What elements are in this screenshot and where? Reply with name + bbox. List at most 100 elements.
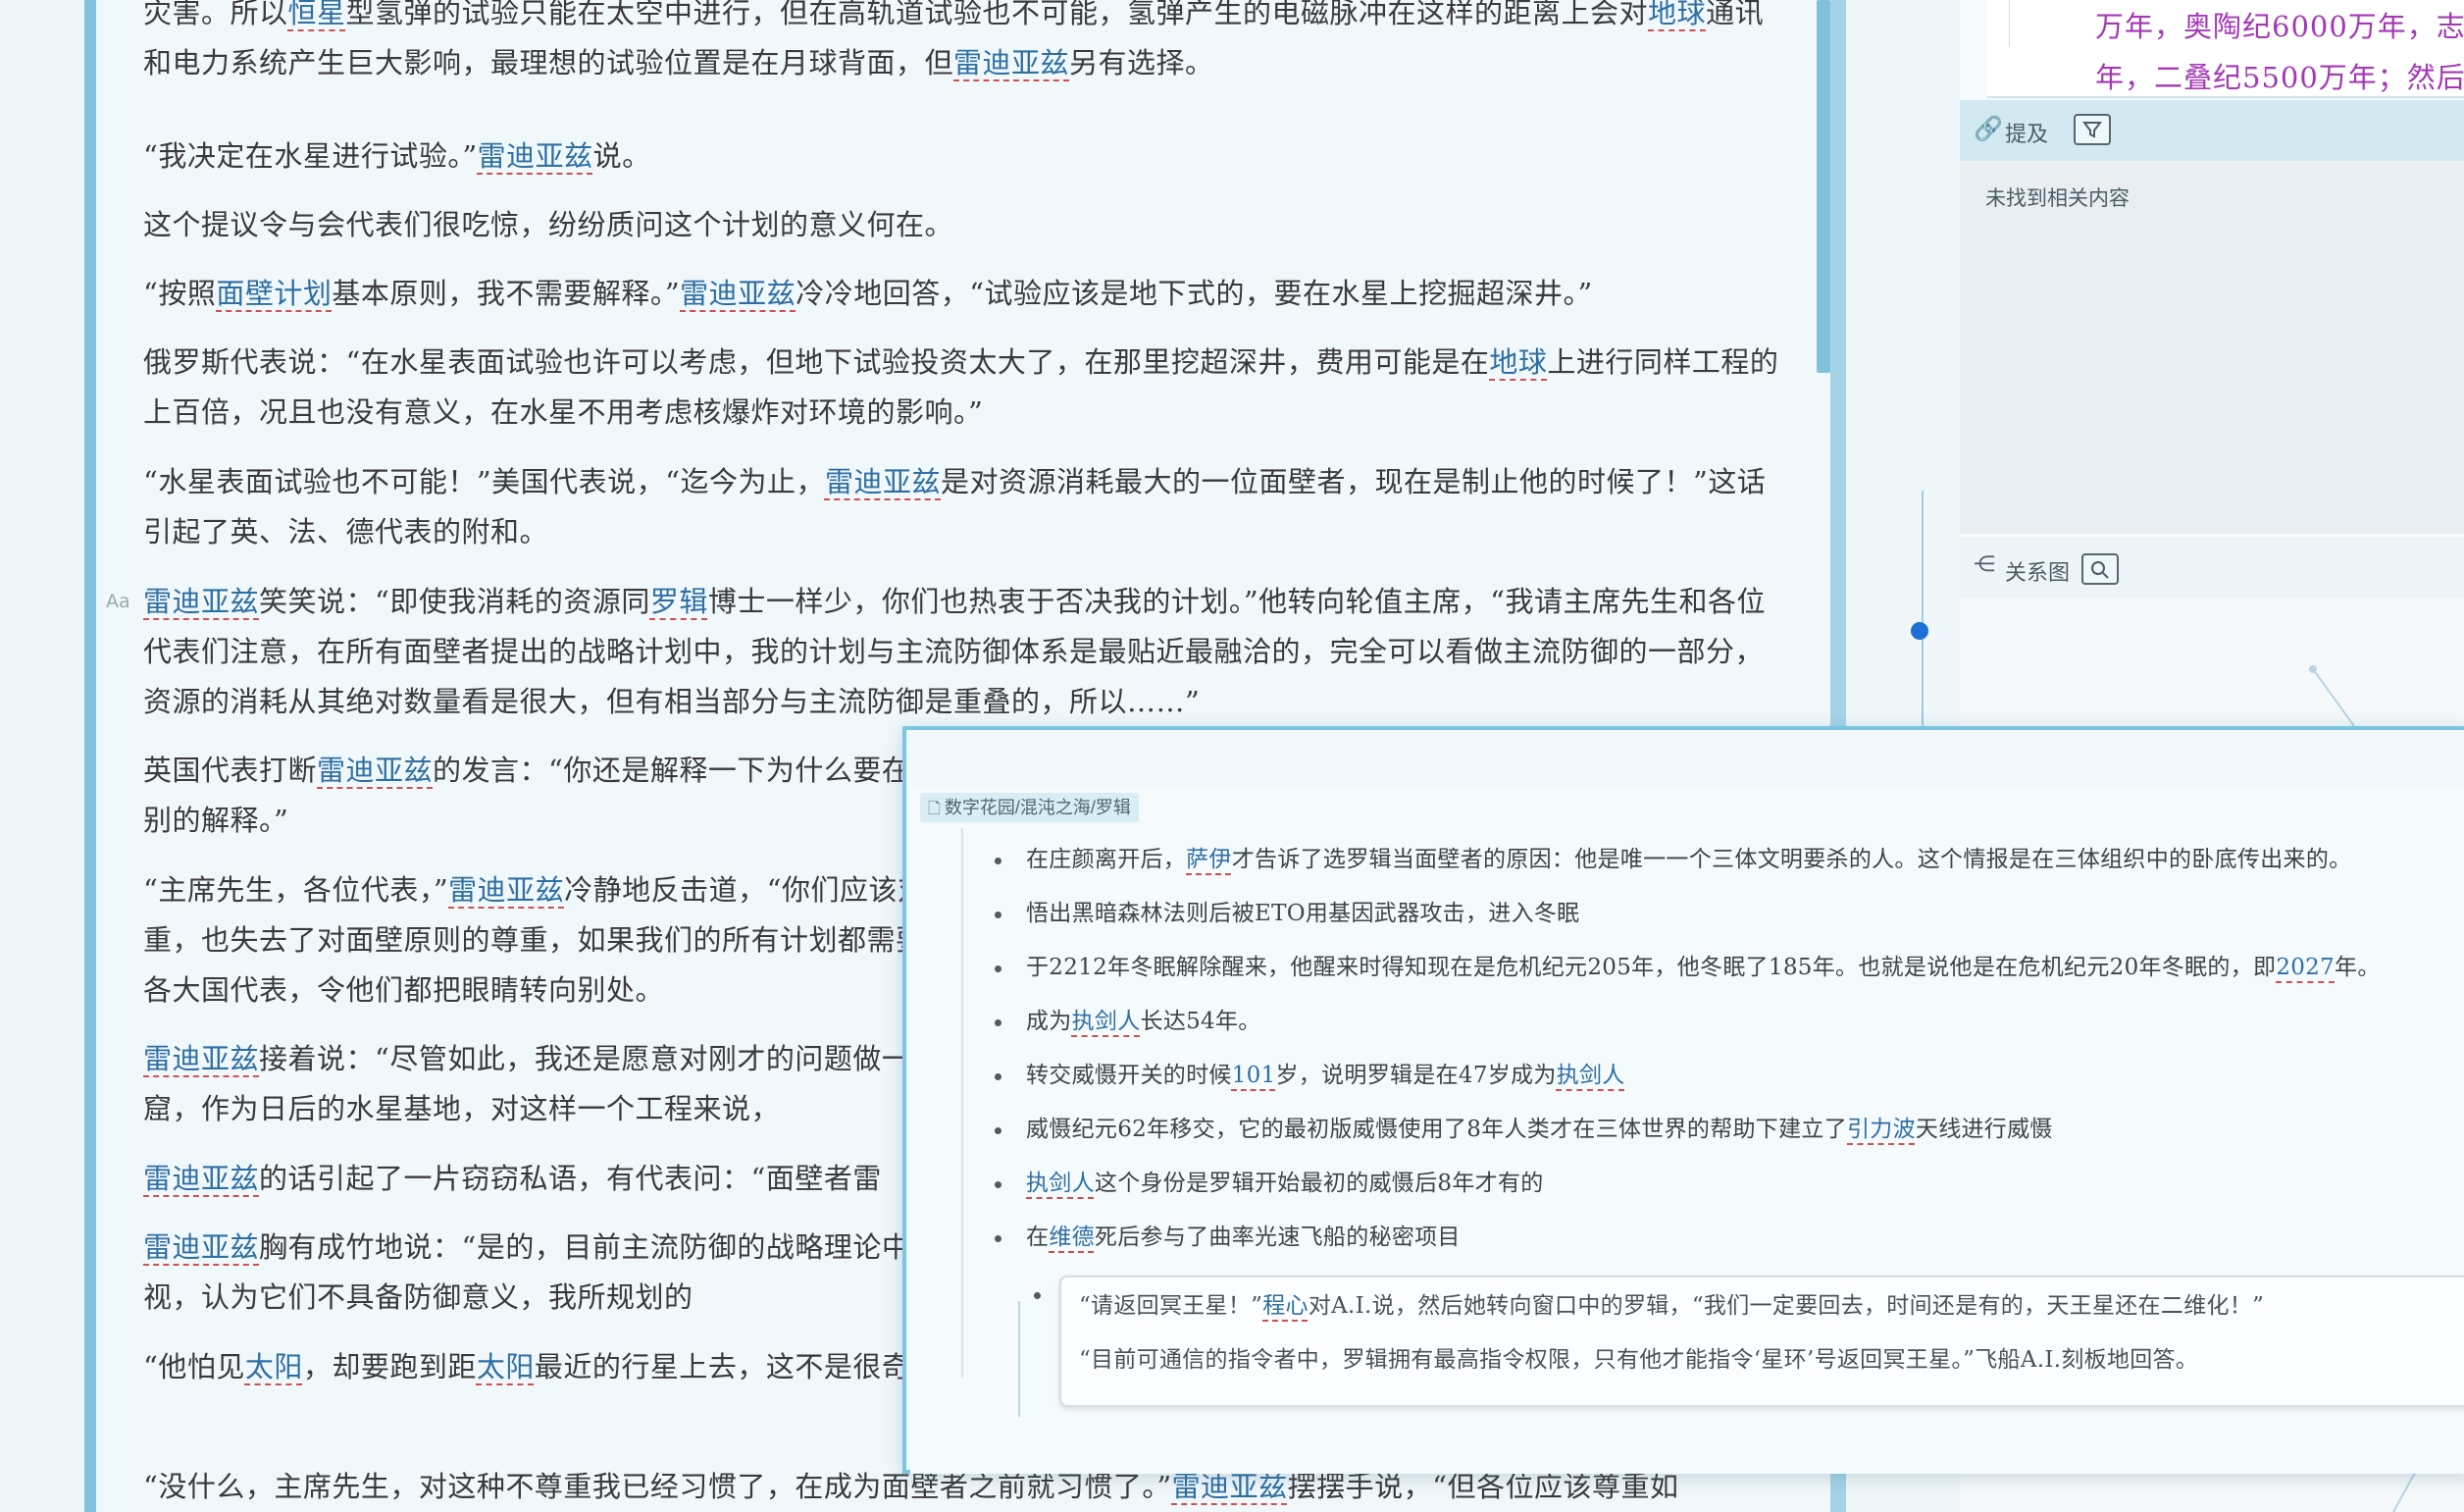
bullet-dot[interactable] xyxy=(995,965,1001,972)
page-ref-link[interactable]: 地球 xyxy=(1648,0,1706,29)
page-ref-link[interactable]: 地球 xyxy=(1489,345,1547,379)
list-item[interactable]: 悟出黑暗森林法则后被ETO用基因武器攻击，进入冬眠 xyxy=(1026,894,1580,927)
text-run: 基本原则，我不需要解释。” xyxy=(332,277,681,310)
editor-paragraph[interactable]: 俄罗斯代表说：“在水星表面试验也许可以考虑，但地下试验投资太大了，在那里挖超深井… xyxy=(143,338,1791,438)
breadcrumb-path: 数字花园/混沌之海/罗辑 xyxy=(944,798,1131,817)
sidebar-handle-dot[interactable] xyxy=(1911,622,1928,640)
sidebar-guide-line xyxy=(1922,491,1924,726)
bullet-dot[interactable] xyxy=(995,912,1001,918)
page-ref-link[interactable]: 执剑人 xyxy=(1557,1063,1625,1088)
text-run: 长达54年。 xyxy=(1140,1009,1261,1034)
list-item[interactable]: 于2212年冬眠解除醒来，他醒来时得知现在是危机纪元205年，他冬眠了185年。… xyxy=(1026,948,2381,981)
text-run: “按照 xyxy=(143,277,217,310)
page-ref-link[interactable]: 太阳 xyxy=(245,1350,303,1383)
editor-scrollbar[interactable] xyxy=(1817,0,1830,373)
editor-left-border xyxy=(84,0,96,1512)
page-ref-link[interactable]: 101 xyxy=(1232,1063,1276,1088)
page-ref-link[interactable]: 雷迪亚兹 xyxy=(1172,1470,1288,1503)
bullet-dot[interactable] xyxy=(995,1019,1001,1026)
editor-paragraph[interactable]: “水星表面试验也不可能！”美国代表说，“迄今为止，雷迪亚兹是对资源消耗最大的一位… xyxy=(143,457,1791,557)
text-run: 这个提议令与会代表们很吃惊，纷纷质问这个计划的意义何在。 xyxy=(143,208,954,241)
bullet-dot[interactable] xyxy=(995,858,1001,864)
text-run: 在庄颜离开后， xyxy=(1026,847,1187,872)
list-item[interactable]: 成为执剑人长达54年。 xyxy=(1026,1002,1261,1035)
page-ref-link[interactable]: 太阳 xyxy=(477,1350,535,1383)
list-item[interactable]: 转交威慑开关的时候101岁，说明罗辑是在47岁成为执剑人 xyxy=(1026,1056,1625,1089)
list-item[interactable]: 在维德死后参与了曲率光速飞船的秘密项目 xyxy=(1026,1218,1461,1251)
text-run: 笑笑说：“即使我消耗的资源同 xyxy=(259,585,650,618)
editor-paragraph[interactable]: 灾害。所以恒星型氢弹的试验只能在太空中进行，但在高轨道试验也不可能，氢弹产生的电… xyxy=(143,0,1791,88)
page-ref-link[interactable]: 雷迪亚兹 xyxy=(143,1162,259,1195)
list-item[interactable]: 在庄颜离开后，萨伊才告诉了选罗辑当面壁者的原因：他是唯一一个三体文明要杀的人。这… xyxy=(1026,840,2351,873)
text-run: 年。 xyxy=(2335,955,2381,980)
text-run: ，却要跑到距 xyxy=(302,1350,477,1383)
text-run: 说。 xyxy=(592,139,651,173)
bullet-dot[interactable] xyxy=(995,1181,1001,1188)
page-ref-link[interactable]: 雷迪亚兹 xyxy=(143,1042,259,1075)
page-ref-link[interactable]: 引力波 xyxy=(1847,1117,1916,1142)
text-run: 冷冷地回答，“试验应该是地下式的，要在水星上挖掘超深井。” xyxy=(796,277,1593,310)
bullet-dot[interactable] xyxy=(995,1127,1001,1134)
search-icon xyxy=(2091,561,2109,579)
link-icon: 🔗 xyxy=(1974,115,2003,142)
list-item[interactable]: 威慑纪元62年移交，它的最初版威慑使用了8年人类才在三体世界的帮助下建立了引力波… xyxy=(1026,1110,2053,1143)
graph-label[interactable]: 关系图 xyxy=(2005,555,2070,587)
page-ref-link[interactable]: 雷迪亚兹 xyxy=(825,465,941,498)
text-run: “主席先生，各位代表，” xyxy=(143,873,449,907)
page-ref-link[interactable]: 执剑人 xyxy=(1072,1009,1141,1034)
aa-format-marker[interactable]: Aa xyxy=(106,591,130,612)
filter-button[interactable] xyxy=(2074,114,2111,145)
page-ref-link[interactable]: 恒星 xyxy=(288,0,346,29)
page-ref-link[interactable]: 面壁计划 xyxy=(216,277,332,310)
page-ref-link[interactable]: 萨伊 xyxy=(1186,847,1232,872)
sidebar-preview-line: 年，二叠纪5500万年；然后中 xyxy=(2095,61,2464,94)
text-run: 转交威慑开关的时候 xyxy=(1026,1063,1232,1088)
file-icon: 🗋 xyxy=(928,799,941,817)
text-run: 死后参与了曲率光速飞船的秘密项目 xyxy=(1094,1225,1461,1250)
page-ref-link[interactable]: 雷迪亚兹 xyxy=(143,1230,259,1264)
sidebar-preview-line: 万年，奥陶纪6000万年，志留 xyxy=(2095,10,2464,43)
page-ref-link[interactable]: 雷迪亚兹 xyxy=(953,46,1069,79)
text-run: “没什么，主席先生，对这种不尊重我已经习惯了，在成为面壁者之前就习惯了。” xyxy=(143,1470,1172,1503)
text-run: 威慑纪元62年移交，它的最初版威慑使用了8年人类才在三体世界的帮助下建立了 xyxy=(1026,1117,1847,1142)
bullet-dot[interactable] xyxy=(1034,1292,1041,1299)
editor-paragraph[interactable]: “按照面壁计划基本原则，我不需要解释。”雷迪亚兹冷冷地回答，“试验应该是地下式的… xyxy=(143,269,1791,319)
page-ref-link[interactable]: 2027 xyxy=(2276,955,2335,980)
page-preview-popup[interactable]: 🗋 数字花园/混沌之海/罗辑 在庄颜离开后，萨伊才告诉了选罗辑当面壁者的原因：他是… xyxy=(902,726,2464,1474)
text-run: 悟出黑暗森林法则后被ETO用基因武器攻击，进入冬眠 xyxy=(1026,901,1580,926)
page-ref-link[interactable]: 罗辑 xyxy=(650,585,708,618)
editor-paragraph[interactable]: 雷迪亚兹笑笑说：“即使我消耗的资源同罗辑博士一样少，你们也热衷于否决我的计划。”… xyxy=(143,577,1791,727)
page-ref-link[interactable]: 雷迪亚兹 xyxy=(478,139,593,173)
page-ref-link[interactable]: 程心 xyxy=(1262,1293,1309,1319)
page-ref-link[interactable]: 雷迪亚兹 xyxy=(317,754,433,787)
text-run: 俄罗斯代表说：“在水星表面试验也许可以考虑，但地下试验投资太大了，在那里挖超深井… xyxy=(143,345,1490,379)
text-run: 型氢弹的试验只能在太空中进行，但在高轨道试验也不可能，氢弹产生的电磁脉冲在这样的… xyxy=(345,0,1649,29)
page-ref-link[interactable]: 雷迪亚兹 xyxy=(448,873,564,907)
text-run: 在 xyxy=(1026,1225,1050,1250)
text-run: “水星表面试验也不可能！”美国代表说，“迄今为止， xyxy=(143,465,825,498)
breadcrumb[interactable]: 🗋 数字花园/混沌之海/罗辑 xyxy=(920,793,1139,822)
quote-line: “目前可通信的指令者中，罗辑拥有最高指令权限，只有他才能指令‘星环’号返回冥王星… xyxy=(1079,1340,2198,1374)
text-run: “我决定在水星进行试验。” xyxy=(143,139,478,173)
text-run: 于2212年冬眠解除醒来，他醒来时得知现在是危机纪元205年，他冬眠了185年。… xyxy=(1026,955,2277,980)
text-run: 的话引起了一片窃窃私语，有代表问：“面壁者雷 xyxy=(259,1162,882,1195)
page-ref-link[interactable]: 维德 xyxy=(1049,1225,1095,1250)
page-ref-link[interactable]: 雷迪亚兹 xyxy=(680,277,796,310)
editor-paragraph[interactable]: 这个提议令与会代表们很吃惊，纷纷质问这个计划的意义何在。 xyxy=(143,200,1791,250)
mentions-empty-text: 未找到相关内容 xyxy=(1985,187,2130,210)
share-nodes-icon: ⋲ xyxy=(1974,552,1995,577)
list-item[interactable]: 执剑人这个身份是罗辑开始最初的威慑后8年才有的 xyxy=(1026,1164,1544,1197)
mentions-label[interactable]: 提及 xyxy=(2005,117,2048,148)
outline-guide-line xyxy=(961,828,963,1378)
text-run: “请返回冥王星！” xyxy=(1079,1293,1263,1319)
filter-icon xyxy=(2082,122,2102,138)
text-run: 的发言：“你还是解释一下为什么要 xyxy=(433,754,882,787)
sidebar-divider xyxy=(1987,96,2464,98)
page-ref-link[interactable]: 雷迪亚兹 xyxy=(143,585,259,618)
editor-paragraph[interactable]: “我决定在水星进行试验。”雷迪亚兹说。 xyxy=(143,131,1791,182)
graph-search-button[interactable] xyxy=(2081,553,2119,585)
page-ref-link[interactable]: 执剑人 xyxy=(1026,1171,1095,1196)
bullet-dot[interactable] xyxy=(995,1235,1001,1242)
text-run: “他怕见 xyxy=(143,1350,245,1383)
bullet-dot[interactable] xyxy=(995,1073,1001,1080)
